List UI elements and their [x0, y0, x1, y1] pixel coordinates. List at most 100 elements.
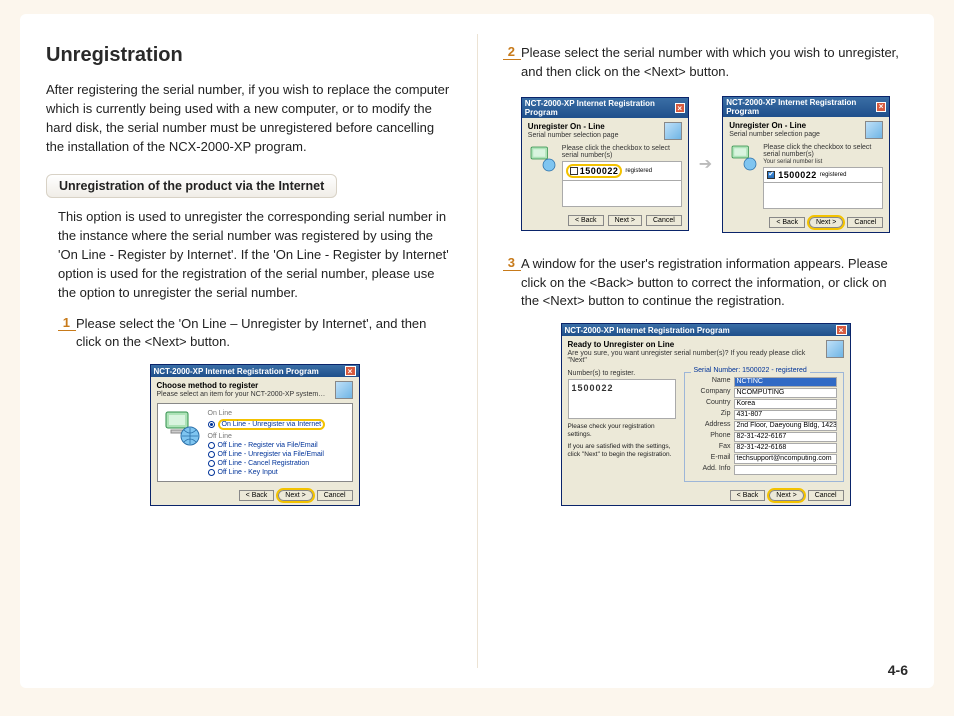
dialog-section-title: Unregister On - Line [729, 121, 820, 130]
page-number: 4-6 [888, 662, 908, 678]
fieldset-legend: Serial Number: 1500022 - registered [691, 367, 810, 374]
serial-number-box: 1500022 [568, 379, 676, 419]
radio-offline-cancel[interactable]: Off Line - Cancel Registration [208, 459, 348, 468]
radio-label: Off Line - Unregister via File/Email [218, 451, 324, 458]
close-icon[interactable]: × [836, 325, 847, 335]
next-button[interactable]: Next > [278, 490, 312, 501]
note-click-next: If you are satisfied with the settings, … [568, 443, 676, 459]
registration-fieldset: Serial Number: 1500022 - registered Name… [684, 372, 844, 482]
field-label-name: Name [691, 377, 731, 387]
serial-number: 1500022 [778, 170, 817, 180]
radio-label: Off Line - Cancel Registration [218, 460, 310, 467]
field-label-email: E-mail [691, 454, 731, 464]
step-number: 3 [503, 255, 521, 271]
checkbox-icon[interactable] [767, 171, 775, 179]
dialog-title-text: NCT-2000-XP Internet Registration Progra… [726, 98, 876, 116]
radio-offline-register-file[interactable]: Off Line - Register via File/Email [208, 441, 348, 450]
serial-list-item[interactable]: 1500022 registered [763, 167, 883, 183]
numbers-label: Number(s) to register. [568, 370, 676, 377]
dialog-title-text: NCT-2000-XP Internet Registration Progra… [565, 326, 730, 335]
back-button[interactable]: < Back [239, 490, 275, 501]
dialog-title-text: NCT-2000-XP Internet Registration Progra… [525, 99, 675, 117]
dialog-title-text: NCT-2000-XP Internet Registration Progra… [154, 367, 319, 376]
field-label-phone: Phone [691, 432, 731, 442]
serial-status: registered [625, 168, 652, 174]
page-title: Unregistration [46, 44, 451, 67]
windows-logo-icon [865, 121, 883, 139]
next-button[interactable]: Next > [769, 490, 803, 501]
close-icon[interactable]: × [675, 103, 685, 113]
note-check-settings: Please check your registration settings. [568, 423, 676, 439]
dialog-instruction: Please click the checkbox to select seri… [562, 145, 682, 159]
dialog-titlebar: NCT-2000-XP Internet Registration Progra… [562, 324, 850, 336]
figure-dialog-2-pair: NCT-2000-XP Internet Registration Progra… [503, 96, 908, 233]
dialog-section-sub: Are you sure, you want unregister serial… [568, 350, 826, 364]
arrow-right-icon: ➔ [699, 154, 712, 174]
field-value-phone[interactable]: 82-31-422-6167 [734, 432, 837, 442]
step-1: 1 Please select the 'On Line – Unregiste… [58, 315, 451, 353]
subsection-description: This option is used to unregister the co… [58, 208, 451, 302]
close-icon[interactable]: × [876, 102, 886, 112]
radio-icon [208, 421, 215, 428]
right-column: 2 Please select the serial number with w… [477, 14, 934, 688]
intro-paragraph: After registering the serial number, if … [46, 81, 451, 156]
radio-offline-key-input[interactable]: Off Line - Key Input [208, 468, 348, 477]
radio-icon [208, 442, 215, 449]
field-value-fax[interactable]: 82-31-422-6168 [734, 443, 837, 453]
dialog-button-row: < Back Next > Cancel [151, 486, 359, 505]
dialog-instruction: Please click the checkbox to select seri… [763, 144, 883, 158]
page: Unregistration After registering the ser… [20, 14, 934, 688]
radio-icon [208, 469, 215, 476]
back-button[interactable]: < Back [769, 217, 805, 228]
radio-label: Off Line - Key Input [218, 469, 278, 476]
radio-icon [208, 451, 215, 458]
back-button[interactable]: < Back [730, 490, 766, 501]
radio-offline-unregister-file[interactable]: Off Line - Unregister via File/Email [208, 450, 348, 459]
back-button[interactable]: < Back [568, 215, 604, 226]
radio-icon [208, 460, 215, 467]
step-2: 2 Please select the serial number with w… [503, 44, 908, 82]
field-value-name[interactable]: NCTINC [734, 377, 837, 387]
field-value-country[interactable]: Korea [734, 399, 837, 409]
dialog-section-sub: Serial number selection page [528, 132, 619, 139]
dialog-section-sub: Please select an item for your NCT-2000-… [157, 391, 326, 398]
dialog-titlebar: NCT-2000-XP Internet Registration Progra… [723, 97, 889, 117]
radio-label: Off Line - Register via File/Email [218, 442, 318, 449]
subsection-heading: Unregistration of the product via the In… [46, 174, 337, 198]
computer-globe-icon [729, 143, 759, 173]
serial-list-empty [763, 183, 883, 209]
next-button[interactable]: Next > [809, 217, 843, 228]
cancel-button[interactable]: Cancel [317, 490, 353, 501]
dialog-titlebar: NCT-2000-XP Internet Registration Progra… [151, 365, 359, 377]
windows-logo-icon [664, 122, 682, 140]
next-button[interactable]: Next > [608, 215, 642, 226]
close-icon[interactable]: × [345, 366, 356, 376]
windows-logo-icon [335, 381, 353, 399]
field-value-addinfo[interactable] [734, 465, 837, 475]
field-value-address[interactable]: 2nd Floor, Daeyoung Bldg, 1423 [734, 421, 837, 431]
serial-list-empty [562, 181, 682, 207]
step-3: 3 A window for the user's registration i… [503, 255, 908, 312]
field-value-zip[interactable]: 431-807 [734, 410, 837, 420]
step-number: 2 [503, 44, 521, 60]
option-group-offline: Off Line [208, 433, 348, 440]
cancel-button[interactable]: Cancel [808, 490, 844, 501]
serial-number: 1500022 [580, 166, 619, 176]
dialog-select-serial-before: NCT-2000-XP Internet Registration Progra… [521, 97, 689, 231]
dialog-section-sub: Serial number selection page [729, 131, 820, 138]
field-value-email[interactable]: techsupport@ncomputing.com [734, 454, 837, 464]
field-label-country: Country [691, 399, 731, 409]
field-label-addinfo: Add. Info [691, 465, 731, 475]
checkbox-icon[interactable] [570, 167, 578, 175]
computer-globe-icon [162, 408, 202, 448]
field-value-company[interactable]: NCOMPUTING [734, 388, 837, 398]
figure-dialog-1: NCT-2000-XP Internet Registration Progra… [58, 364, 451, 506]
serial-list-label: Your serial number list [763, 159, 883, 165]
dialog-section-title: Choose method to register [157, 381, 326, 390]
highlight-serial-checkbox: 1500022 [566, 164, 623, 178]
serial-list-item[interactable]: 1500022 registered [562, 161, 682, 181]
dialog-select-serial-after: NCT-2000-XP Internet Registration Progra… [722, 96, 890, 233]
cancel-button[interactable]: Cancel [646, 215, 682, 226]
cancel-button[interactable]: Cancel [847, 217, 883, 228]
radio-online-unregister[interactable]: On Line - Unregister via Internet [208, 418, 348, 431]
